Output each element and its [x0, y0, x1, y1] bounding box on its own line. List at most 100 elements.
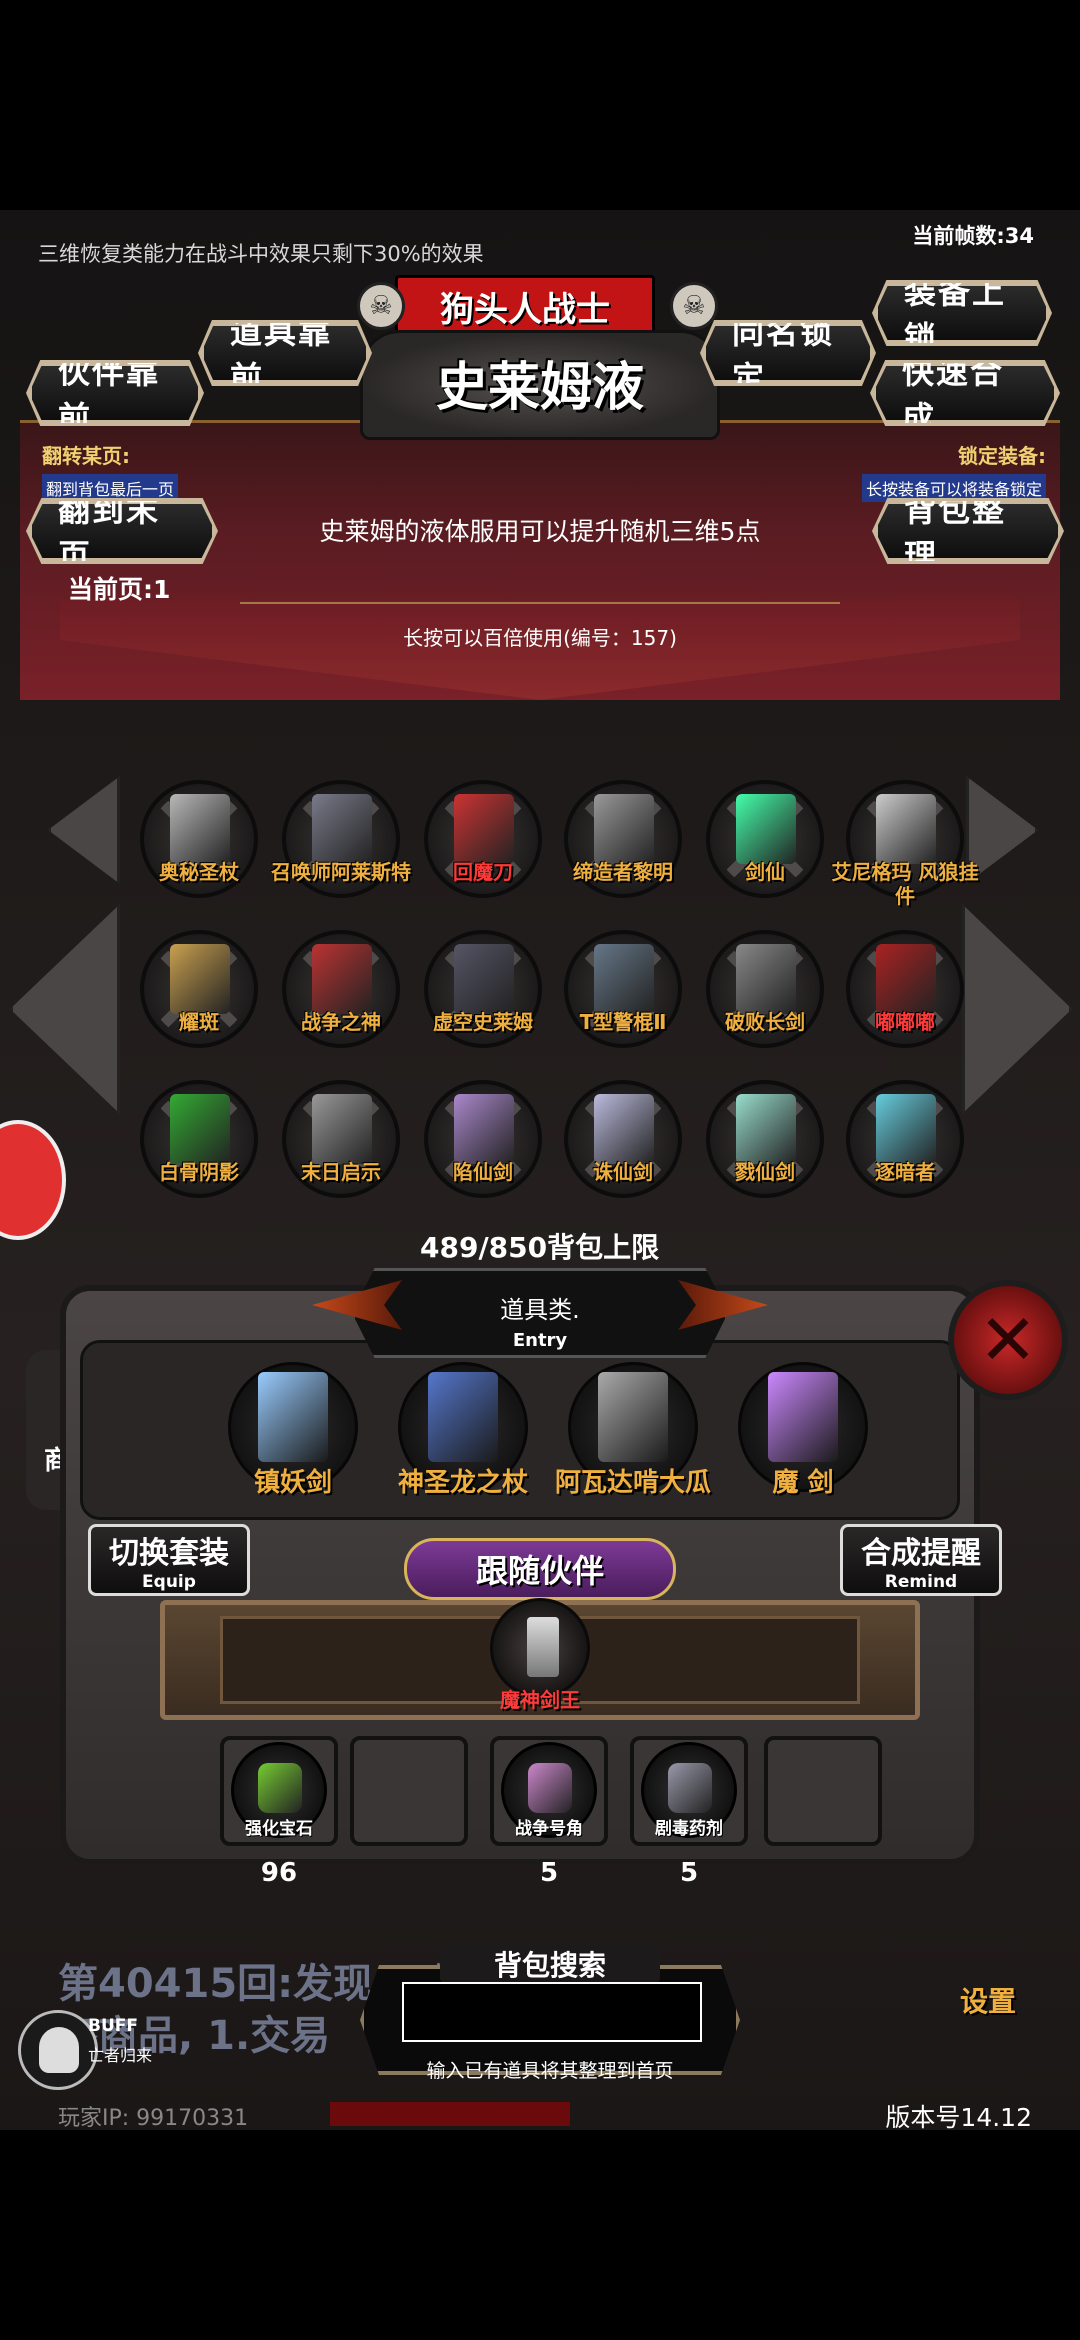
item-label: 艾尼格玛 风狼挂件 [831, 860, 979, 908]
partner-avatar[interactable] [490, 1598, 590, 1698]
item-icon [312, 794, 372, 864]
weapon-icon [258, 1372, 328, 1462]
inventory-item[interactable]: 陷仙剑 [424, 1080, 542, 1198]
weapon-icon [598, 1372, 668, 1462]
item-label: 耀斑 [179, 1010, 219, 1034]
lock-equip-label: 锁定装备: [958, 444, 1046, 468]
partner-front-button[interactable]: 伙伴靠前 [29, 363, 201, 423]
quick-merge-button[interactable]: 快速合成 [873, 363, 1057, 423]
item-icon [876, 944, 936, 1014]
merge-remind-sub: Remind [884, 1572, 958, 1592]
flip-page-sub: 翻到背包最后一页 [42, 474, 179, 502]
inventory-item[interactable]: 嘟嘟嘟 [846, 930, 964, 1048]
equipped-item[interactable]: 阿瓦达啃大瓜 [555, 1362, 711, 1498]
switch-set-label: 切换套装 [109, 1536, 229, 1571]
quick-slot-name: 战争号角 [515, 1819, 583, 1839]
item-icon [594, 1094, 654, 1164]
player-ip: 玩家IP: 99170331 [58, 2106, 249, 2131]
item-label: 白骨阴影 [159, 1160, 239, 1184]
search-hint: 输入已有道具将其整理到首页 [426, 2060, 674, 2082]
entry-subtitle: Entry [512, 1330, 568, 1351]
buff-skull-icon[interactable] [18, 2010, 98, 2090]
item-icon [454, 1094, 514, 1164]
inventory-item[interactable]: 末日启示 [282, 1080, 400, 1198]
skull-icon: ☠ [670, 282, 718, 330]
current-page: 当前页:1 [68, 575, 171, 604]
equipped-item[interactable]: 魔 剑 [738, 1362, 868, 1498]
weapon-icon [768, 1372, 838, 1462]
entry-title: 道具类. [500, 1296, 580, 1324]
buff-label: BUFF [88, 2016, 138, 2036]
settings-button[interactable]: 设置 [960, 1980, 1016, 2020]
inventory-item[interactable]: 破败长剑 [706, 930, 824, 1048]
quick-slot[interactable] [350, 1736, 468, 1846]
inventory-item[interactable]: 戮仙剑 [706, 1080, 824, 1198]
sort-bag-button[interactable]: 背包整理 [875, 501, 1061, 561]
hp-bar [330, 2102, 570, 2126]
item-label: 末日启示 [301, 1160, 381, 1184]
inventory-item[interactable]: T型警棍Ⅱ [564, 930, 682, 1048]
item-label: 嘟嘟嘟 [875, 1010, 935, 1034]
quick-slot-name: 剧毒药剂 [655, 1819, 723, 1839]
equip-lock-button[interactable]: 装备上锁 [875, 283, 1049, 343]
item-label: 召唤师阿莱斯特 [271, 860, 411, 884]
quick-slot-count: 5 [539, 1858, 559, 1888]
item-icon [454, 944, 514, 1014]
close-button[interactable]: ✕ [948, 1280, 1068, 1400]
inventory-item[interactable]: 缔造者黎明 [564, 780, 682, 898]
quick-slot-count: 5 [679, 1858, 699, 1888]
weapon-icon [428, 1372, 498, 1462]
item-icon [170, 794, 230, 864]
item-label: 剑仙 [745, 860, 785, 884]
item-label: 陷仙剑 [453, 1160, 513, 1184]
item-label: 缔造者黎明 [573, 860, 673, 884]
inventory-item[interactable]: 奥秘圣杖 [140, 780, 258, 898]
flip-page-label: 翻转某页: [42, 444, 130, 468]
item-label: 破败长剑 [725, 1010, 805, 1034]
inventory-item[interactable]: 艾尼格玛 风狼挂件 [832, 780, 978, 908]
inventory-item[interactable]: 虚空史莱姆 [424, 930, 542, 1048]
item-icon [736, 794, 796, 864]
inventory-item[interactable]: 回魔刀 [424, 780, 542, 898]
item-icon [594, 794, 654, 864]
item-icon [454, 794, 514, 864]
inventory-item[interactable]: 逐暗者 [846, 1080, 964, 1198]
item-icon [312, 944, 372, 1014]
quick-slot-count: 96 [260, 1858, 298, 1888]
same-name-lock-button[interactable]: 同名锁定 [703, 323, 873, 383]
inventory-item[interactable]: 战争之神 [282, 930, 400, 1048]
equipped-item[interactable]: 镇妖剑 [228, 1362, 358, 1498]
fps-counter: 当前帧数:34 [912, 224, 1034, 248]
item-icon [594, 944, 654, 1014]
merge-remind-button[interactable]: 合成提醒 Remind [840, 1524, 1002, 1596]
inventory-item[interactable]: 白骨阴影 [140, 1080, 258, 1198]
item-icon [876, 1094, 936, 1164]
item-icon [312, 1094, 372, 1164]
item-icon [170, 1094, 230, 1164]
item-label: 奥秘圣杖 [159, 860, 239, 884]
item-label: 虚空史莱姆 [433, 1010, 533, 1034]
banner-divider [240, 602, 840, 604]
status-info-text: 三维恢复类能力在战斗中效果只剩下30%的效果 [38, 242, 484, 266]
item-label: 回魔刀 [453, 860, 513, 884]
quick-slot[interactable] [764, 1736, 882, 1846]
inventory-item[interactable]: 剑仙 [706, 780, 824, 898]
inventory-item[interactable]: 召唤师阿莱斯特 [271, 780, 411, 898]
equipped-item[interactable]: 神圣龙之杖 [398, 1362, 528, 1498]
inventory-item[interactable]: 耀斑 [140, 930, 258, 1048]
item-icon [736, 1094, 796, 1164]
partner-name: 魔神剑王 [500, 1688, 580, 1712]
item-description: 史莱姆的液体服用可以提升随机三维5点 [319, 517, 761, 546]
category-tag-label: 狗头人战士 [440, 289, 610, 330]
bag-search-input[interactable] [402, 1982, 702, 2042]
lock-equip-sub: 长按装备可以将装备锁定 [861, 474, 1046, 502]
item-label: 逐暗者 [875, 1160, 935, 1184]
switch-set-button[interactable]: 切换套装 Equip [88, 1524, 250, 1596]
to-last-page-button[interactable]: 翻到末页 [29, 501, 215, 561]
item-front-button[interactable]: 道具靠前 [201, 323, 369, 383]
item-icon [736, 944, 796, 1014]
item-label: T型警棍Ⅱ [579, 1010, 667, 1034]
item-name: 史莱姆液 [435, 357, 644, 418]
item-icon [876, 794, 936, 864]
inventory-item[interactable]: 诛仙剑 [564, 1080, 682, 1198]
